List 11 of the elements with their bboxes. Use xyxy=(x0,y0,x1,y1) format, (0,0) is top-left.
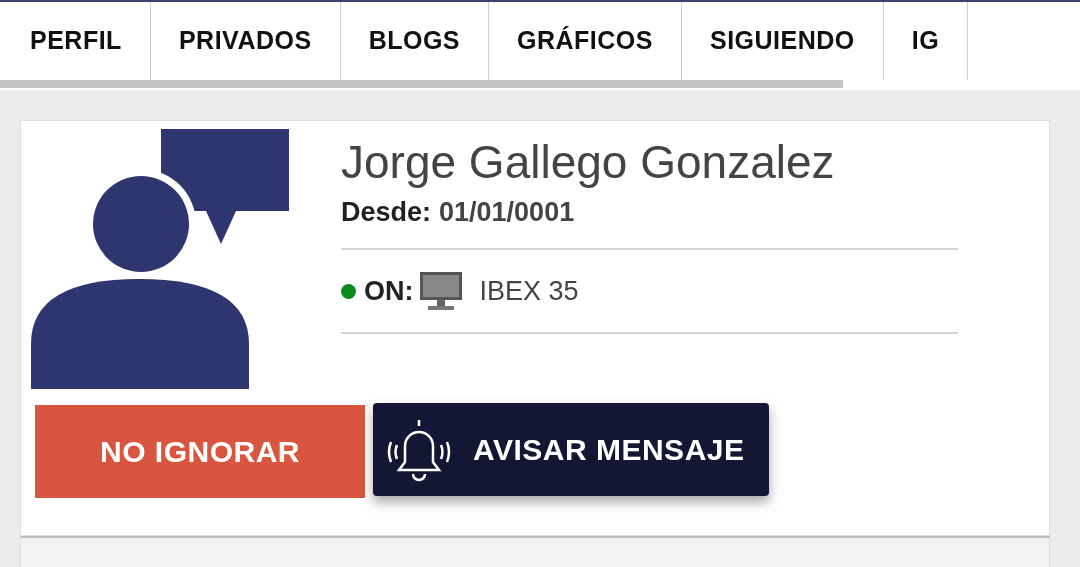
since-label: Desde: xyxy=(341,196,432,227)
user-name: Jorge Gallego Gonzalez xyxy=(341,137,836,188)
tab[interactable]: IG xyxy=(883,2,969,80)
scrollbar[interactable] xyxy=(0,80,843,88)
market-name: IBEX 35 xyxy=(479,274,579,308)
status-label: ON: xyxy=(364,274,414,308)
since-date: 01/01/0001 xyxy=(439,196,575,227)
notify-button[interactable]: AVISAR MENSAJE xyxy=(373,403,769,496)
computer-icon xyxy=(417,270,464,313)
user-avatar-icon xyxy=(31,129,289,389)
ignore-button[interactable]: NO IGNORAR xyxy=(35,405,365,498)
